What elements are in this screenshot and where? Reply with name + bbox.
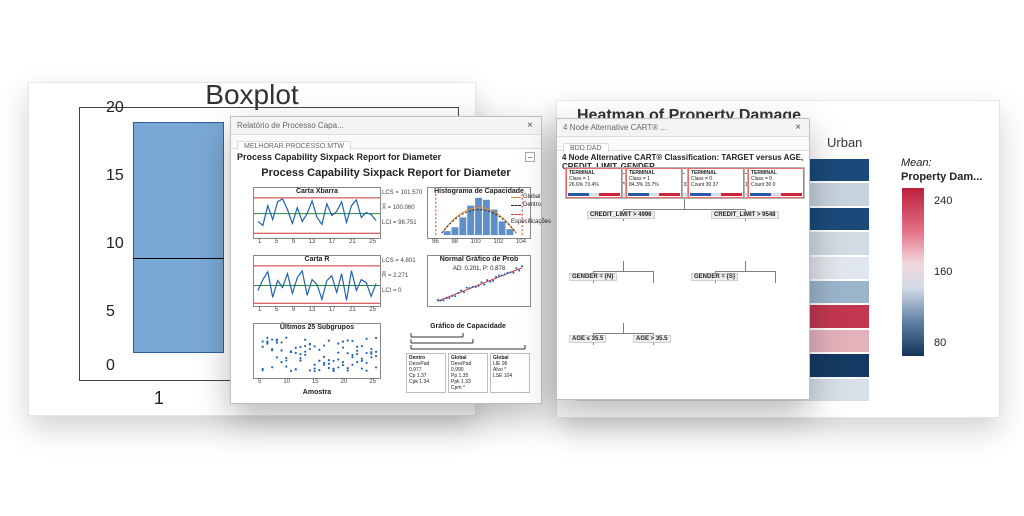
- cart-status: BDD.DAD: [557, 137, 809, 151]
- heatmap-legend-bar: 240 160 80: [901, 187, 925, 357]
- heatmap-legend-tick: 160: [934, 266, 952, 278]
- cart-window[interactable]: 4 Node Alternative CART® ... × BDD.DAD 4…: [556, 118, 810, 400]
- close-icon[interactable]: ×: [525, 120, 535, 131]
- cart-worksheet-tab[interactable]: BDD.DAD: [563, 143, 609, 152]
- cap-tables: Dentro DesvPad 0.977 Cp 1.37 Cpk 1.34 Gl…: [403, 353, 533, 393]
- boxplot-ytick: 0: [106, 357, 115, 375]
- heatmap-legend-sub: Property Dam...: [901, 171, 985, 183]
- rchart-side: LCS = 4.801 R̅ = 2.271 LCI = 0: [382, 258, 430, 296]
- rchart-xticks: 15913172125: [254, 307, 380, 315]
- heatmap-legend-tick: 80: [934, 337, 946, 349]
- cart-cond: GENDER = {S}: [691, 273, 738, 281]
- cart-node: TERMINALClass = 184.3% 15.7%: [625, 167, 683, 199]
- cart-tree: CREDIT_LIMIT > 4996 CREDIT_LIMIT > 9548 …: [563, 167, 803, 393]
- cap-chart: Gráfico de Capacidade Dentro DesvPad 0.9…: [403, 323, 533, 379]
- sixpack-titlebar[interactable]: Relatório de Processo Capa... ×: [231, 117, 541, 135]
- cart-node: TERMINALClass = 0Count 30 37: [687, 167, 745, 199]
- last25-xlabel: Amostra: [254, 389, 380, 396]
- boxplot-xlabel: 1: [154, 388, 164, 409]
- heatmap-legend: Mean: Property Dam... 240 160 80: [901, 157, 985, 357]
- sixpack-worksheet-tab[interactable]: MELHORAR.PROCESSO.MTW: [237, 141, 351, 150]
- cart-cond: AGE ≤ 35.5: [569, 335, 606, 343]
- heatmap-column-label: Urban: [827, 135, 862, 150]
- minimize-icon[interactable]: –: [525, 152, 535, 162]
- heatmap-legend-title: Mean:: [901, 157, 985, 169]
- boxplot-box-1: [133, 122, 224, 353]
- sixpack-tab-label: Relatório de Processo Capa...: [237, 121, 344, 130]
- last25-chart: Últimos 25 Subgrupos 510152025 Amostra: [253, 323, 381, 379]
- sixpack-title: Process Capability Sixpack Report for Di…: [231, 167, 541, 179]
- heatmap-legend-tick: 240: [934, 195, 952, 207]
- xbar-chart: Carta Xbarra LCS = 101.570 X̅ = 100.060 …: [253, 187, 381, 239]
- sixpack-band-text: Process Capability Sixpack Report for Di…: [237, 152, 441, 162]
- sixpack-status: MELHORAR.PROCESSO.MTW: [231, 135, 541, 149]
- cart-cond: CREDIT_LIMIT > 9548: [711, 211, 779, 219]
- sixpack-band: Process Capability Sixpack Report for Di…: [231, 149, 541, 165]
- boxplot-ytick: 15: [106, 167, 124, 185]
- hist-legend: Global Dentro Especificações: [511, 193, 551, 227]
- hist-xticks: 9698100102104: [428, 239, 530, 247]
- cart-tab-label: 4 Node Alternative CART® ...: [563, 123, 667, 132]
- cart-cond: CREDIT_LIMIT > 4996: [587, 211, 655, 219]
- boxplot-ytick: 20: [106, 99, 124, 117]
- boxplot-ytick: 10: [106, 235, 124, 253]
- xbar-side: LCS = 101.570 X̅ = 100.060 LCI = 98.751: [382, 190, 430, 228]
- prob-chart: Normal Gráfico de Prob AD: 0.201, P: 0.8…: [427, 255, 531, 307]
- cart-cond: AGE > 35.5: [633, 335, 671, 343]
- xbar-xticks: 15913172125: [254, 239, 380, 247]
- cart-cond: GENDER = {N}: [569, 273, 617, 281]
- cart-titlebar[interactable]: 4 Node Alternative CART® ... ×: [557, 119, 809, 137]
- close-icon[interactable]: ×: [793, 122, 803, 133]
- boxplot-ytick: 5: [106, 303, 115, 321]
- cart-node: TERMINALClass = 0Count 30 0: [747, 167, 805, 199]
- r-chart: Carta R LCS = 4.801 R̅ = 2.271 LCI = 0 1…: [253, 255, 381, 307]
- boxplot-median-1: [133, 258, 224, 259]
- sixpack-window[interactable]: Relatório de Processo Capa... × MELHORAR…: [230, 116, 542, 404]
- cart-node: TERMINALClass = 126.6% 73.4%: [565, 167, 623, 199]
- last25-xticks: 510152025: [254, 379, 380, 387]
